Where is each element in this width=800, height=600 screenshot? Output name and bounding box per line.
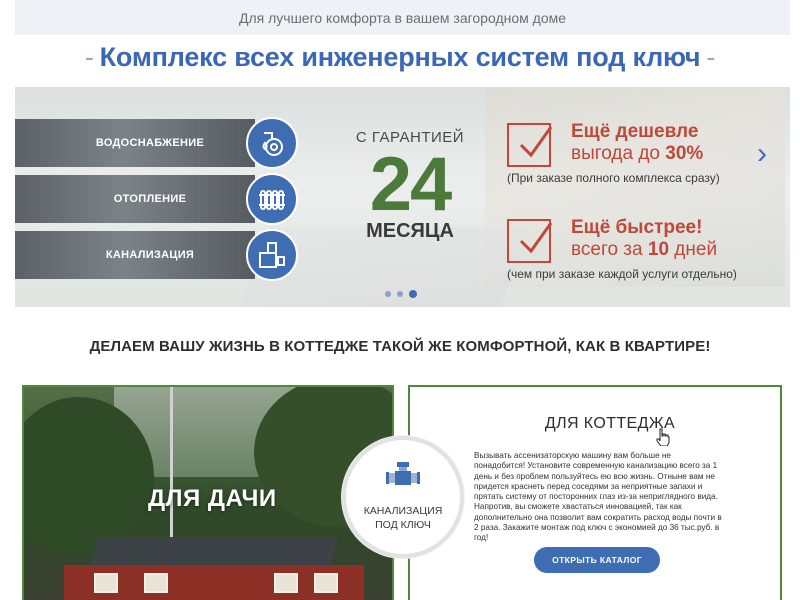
service-label: ОТОПЛЕНИЕ <box>113 193 187 205</box>
slider-dot-1[interactable] <box>385 291 391 297</box>
circle-label-line2: ПОД КЛЮЧ <box>375 519 431 531</box>
service-strip: ВОДОСНАБЖЕНИЕ <box>15 119 255 167</box>
slider-next-arrow[interactable]: › <box>757 139 767 169</box>
hero-slider: ‹ › ВОДОСНАБЖЕНИЕ ОТОПЛЕНИЕ <box>15 87 790 307</box>
service-label: ВОДОСНАБЖЕНИЕ <box>95 137 205 149</box>
cottage-card: ДЛЯ КОТТЕДЖА Вызывать ассенизаторскую ма… <box>408 385 782 600</box>
dacha-photo-roof <box>89 537 339 567</box>
circle-label: КАНАЛИЗАЦИЯ ПОД КЛЮЧ <box>346 504 460 532</box>
dacha-card[interactable]: ДЛЯ ДАЧИ <box>22 385 394 600</box>
headline-dash-right: - <box>706 42 716 72</box>
radiator-icon <box>246 173 298 225</box>
landing-page: Для лучшего комфорта в вашем загородном … <box>0 0 800 600</box>
service-water-supply[interactable]: ВОДОСНАБЖЕНИЕ <box>15 117 298 169</box>
offer-subtitle-value: 10 <box>647 239 670 260</box>
offer-subtitle: выгода до 30% <box>571 143 703 165</box>
open-catalog-button[interactable]: ОТКРЫТЬ КАТАЛОГ <box>534 547 660 573</box>
service-strip: КАНАЛИЗАЦИЯ <box>15 231 255 279</box>
offer-subtitle-text: выгода до <box>571 143 666 164</box>
service-strip: ОТОПЛЕНИЕ <box>15 175 255 223</box>
service-label: КАНАЛИЗАЦИЯ <box>105 249 195 261</box>
slider-pagination <box>385 290 417 298</box>
offer-title: Ещё дешевле <box>571 121 699 142</box>
offer-subtitle-suffix: дней <box>669 239 718 260</box>
offer-subtitle-text: всего за <box>571 239 648 260</box>
section-heading: ДЕЛАЕМ ВАШУ ЖИЗНЬ В КОТТЕДЖЕ ТАКОЙ ЖЕ КО… <box>89 338 711 355</box>
hand-cursor-icon <box>656 428 670 446</box>
valve-icon <box>386 462 420 485</box>
tagline: Для лучшего комфорта в вашем загородном … <box>238 9 567 26</box>
guarantee-block: С ГАРАНТИЕЙ 24 МЕСЯЦА <box>350 129 470 243</box>
offer-note: (чем при заказе каждой услуги отдельно) <box>507 267 737 281</box>
circle-label-line1: КАНАЛИЗАЦИЯ <box>363 505 443 517</box>
offer-title: Ещё быстрее! <box>571 217 703 238</box>
dacha-label: ДЛЯ ДАЧИ <box>148 485 277 512</box>
offer-note: (При заказе полного комплекса сразу) <box>507 171 720 185</box>
checkmark-icon <box>507 219 553 263</box>
guarantee-number: 24 <box>369 142 453 227</box>
pipe-icon <box>246 229 298 281</box>
dacha-photo-window <box>94 573 118 593</box>
dacha-photo-window <box>314 573 338 593</box>
cottage-title: ДЛЯ КОТТЕДЖА <box>544 415 676 432</box>
top-tagline-bar: Для лучшего комфорта в вашем загородном … <box>15 0 790 35</box>
service-heating[interactable]: ОТОПЛЕНИЕ <box>15 173 298 225</box>
headline-dash-left: - <box>84 42 94 72</box>
dacha-photo-window <box>274 573 298 593</box>
service-sewerage[interactable]: КАНАЛИЗАЦИЯ <box>15 229 298 281</box>
cottage-description: Вызывать ассенизаторскую машину вам боль… <box>474 451 722 543</box>
offer-subtitle: всего за 10 дней <box>571 239 717 261</box>
main-headline: - Комплекс всех инженерных систем под клю… <box>0 42 800 73</box>
dacha-photo-window <box>144 573 168 593</box>
headline-text: Комплекс всех инженерных систем под ключ <box>99 42 701 72</box>
water-tap-icon <box>246 117 298 169</box>
offer-subtitle-value: 30% <box>665 143 704 164</box>
slider-dot-2[interactable] <box>397 291 403 297</box>
guarantee-bottom-text: МЕСЯЦА <box>366 220 454 242</box>
checkmark-icon <box>507 123 553 167</box>
slider-dot-3[interactable] <box>409 290 417 298</box>
sewerage-turnkey-circle[interactable]: КАНАЛИЗАЦИЯ ПОД КЛЮЧ <box>342 436 464 558</box>
